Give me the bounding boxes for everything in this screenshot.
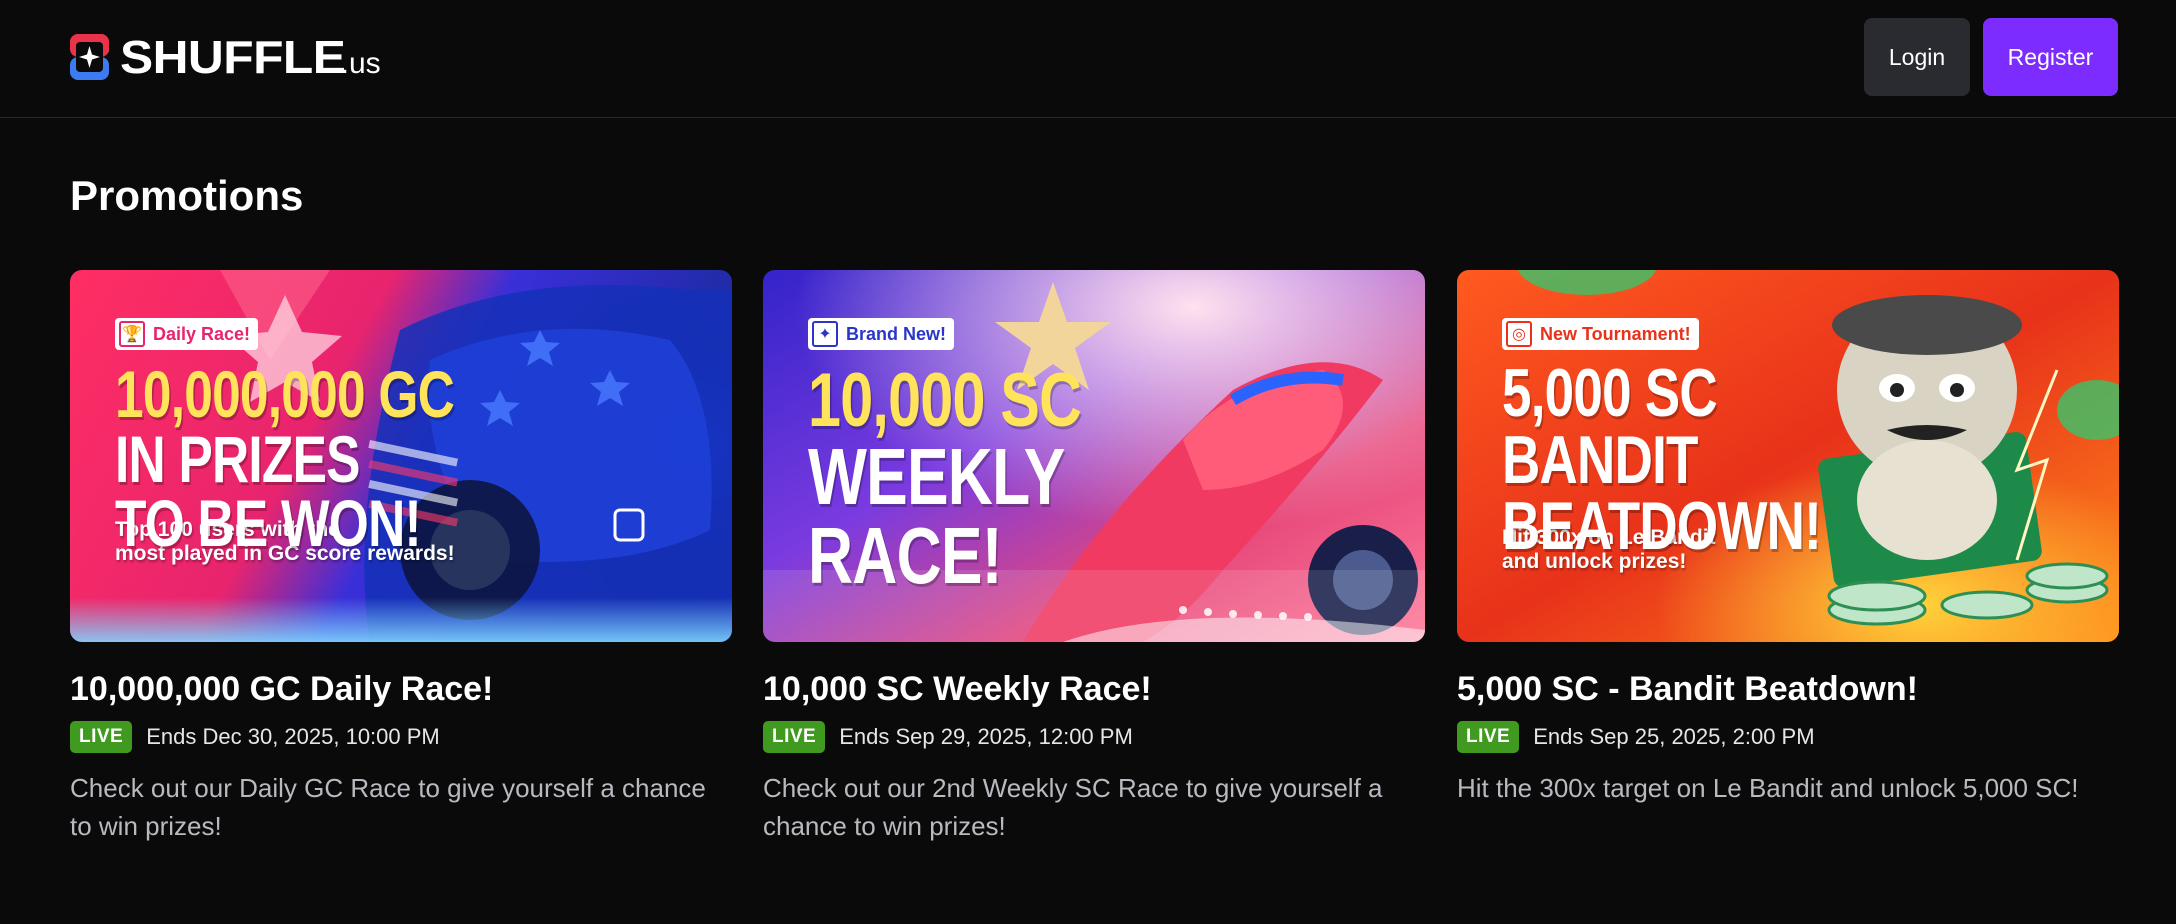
logo-wordmark: SHUFFLE bbox=[120, 31, 346, 83]
top-navigation-bar: SHUFFLE .us Login Register bbox=[0, 0, 2176, 118]
banner-headline-line2: IN PRIZES bbox=[115, 421, 360, 496]
trophy-icon: 🏆 bbox=[119, 321, 145, 347]
banner-headline-line1: 10,000 SC bbox=[808, 358, 1082, 443]
tag-label: New Tournament! bbox=[1540, 323, 1691, 344]
shuffle-logo[interactable]: SHUFFLE .us bbox=[70, 33, 381, 81]
tag-label: Brand New! bbox=[846, 323, 947, 344]
banner-headline-line3: TO BE WON! bbox=[115, 486, 422, 561]
promotion-tag: ◎ New Tournament! bbox=[1502, 318, 1699, 350]
banner-headline-line3: RACE! bbox=[808, 510, 1002, 600]
promotion-banner[interactable]: ✦ Brand New! 10,000 SC WEEKLY RACE! bbox=[763, 270, 1425, 642]
tag-label: Daily Race! bbox=[153, 323, 251, 344]
promotion-card-weekly-race[interactable]: ✦ Brand New! 10,000 SC WEEKLY RACE! 10,0… bbox=[763, 270, 1425, 845]
register-button[interactable]: Register bbox=[1983, 18, 2118, 96]
banner-headline-line1: 10,000,000 GC bbox=[115, 357, 455, 431]
page-title: Promotions bbox=[70, 172, 304, 219]
logo-tld: .us bbox=[340, 47, 381, 80]
promotion-title[interactable]: 10,000,000 GC Daily Race! bbox=[70, 670, 732, 709]
promotion-tag: 🏆 Daily Race! bbox=[115, 318, 259, 350]
promotion-card-daily-race[interactable]: 🏆 Daily Race! 10,000,000 GC IN PRIZES TO… bbox=[70, 270, 732, 845]
promotion-description: Check out our 2nd Weekly SC Race to give… bbox=[763, 773, 1383, 841]
login-button[interactable]: Login bbox=[1864, 18, 1970, 96]
banner-headline-line2: BANDIT bbox=[1502, 421, 1698, 498]
shuffle-logo-icon bbox=[70, 34, 109, 80]
live-badge: LIVE bbox=[763, 721, 826, 753]
banner-headline-line2: WEEKLY bbox=[808, 432, 1065, 522]
promotion-title[interactable]: 5,000 SC - Bandit Beatdown! bbox=[1457, 670, 2119, 709]
promotion-banner[interactable]: 🏆 Daily Race! 10,000,000 GC IN PRIZES TO… bbox=[70, 270, 732, 642]
end-date: Ends Dec 30, 2025, 10:00 PM bbox=[146, 724, 440, 749]
promotion-tag: ✦ Brand New! bbox=[808, 318, 955, 350]
live-badge: LIVE bbox=[1457, 721, 1520, 753]
banner-headline-line3: BEATDOWN! bbox=[1502, 488, 1822, 565]
target-icon: ◎ bbox=[1506, 321, 1532, 347]
sparkle-icon: ✦ bbox=[812, 321, 838, 347]
promotion-description: Hit the 300x target on Le Bandit and unl… bbox=[1457, 773, 2079, 803]
promotion-card-bandit-beatdown[interactable]: ◎ New Tournament! 5,000 SC BANDIT BEATDO… bbox=[1457, 270, 2119, 807]
end-date: Ends Sep 29, 2025, 12:00 PM bbox=[839, 724, 1133, 749]
promotion-title[interactable]: 10,000 SC Weekly Race! bbox=[763, 670, 1425, 709]
end-date: Ends Sep 25, 2025, 2:00 PM bbox=[1533, 724, 1815, 749]
banner-headline-line1: 5,000 SC bbox=[1502, 355, 1718, 431]
live-badge: LIVE bbox=[70, 721, 133, 753]
promotion-description: Check out our Daily GC Race to give your… bbox=[70, 773, 706, 841]
promotion-banner[interactable]: ◎ New Tournament! 5,000 SC BANDIT BEATDO… bbox=[1457, 270, 2119, 642]
